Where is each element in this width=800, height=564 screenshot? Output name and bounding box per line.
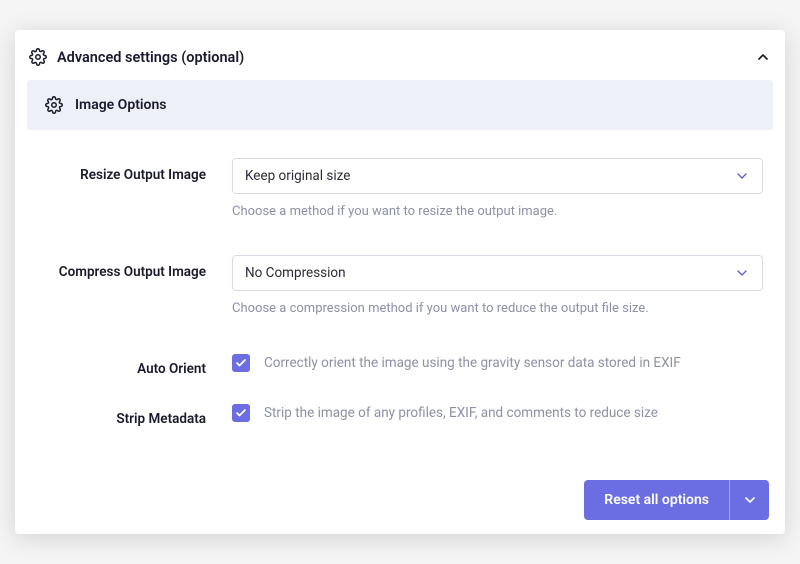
- check-icon: [235, 407, 247, 419]
- resize-select[interactable]: Keep original size: [232, 158, 763, 194]
- compress-value: No Compression: [245, 265, 346, 281]
- auto-orient-label: Auto Orient: [137, 361, 206, 377]
- resize-help: Choose a method if you want to resize th…: [232, 204, 763, 219]
- row-strip-metadata: Strip Metadata Strip the image of any pr…: [27, 402, 773, 452]
- compress-select[interactable]: No Compression: [232, 255, 763, 291]
- panel-footer: Reset all options: [27, 452, 773, 522]
- auto-orient-checkbox[interactable]: [232, 354, 250, 372]
- section-image-options: Image Options: [27, 80, 773, 130]
- chevron-down-icon: [734, 168, 750, 184]
- strip-metadata-desc: Strip the image of any profiles, EXIF, a…: [264, 405, 658, 421]
- reset-split-button: Reset all options: [584, 480, 769, 520]
- gear-icon: [45, 96, 63, 114]
- row-resize: Resize Output Image Keep original size C…: [27, 148, 773, 245]
- chevron-down-icon: [734, 265, 750, 281]
- auto-orient-desc: Correctly orient the image using the gra…: [264, 355, 681, 371]
- reset-dropdown-button[interactable]: [729, 480, 769, 520]
- resize-value: Keep original size: [245, 168, 350, 184]
- row-auto-orient: Auto Orient Correctly orient the image u…: [27, 342, 773, 402]
- compress-label: Compress Output Image: [59, 264, 206, 280]
- check-icon: [235, 357, 247, 369]
- gear-icon: [29, 48, 47, 66]
- chevron-down-icon: [742, 492, 758, 508]
- compress-help: Choose a compression method if you want …: [232, 301, 763, 316]
- resize-label: Resize Output Image: [80, 167, 206, 183]
- strip-metadata-label: Strip Metadata: [116, 411, 206, 427]
- header-left: Advanced settings (optional): [29, 48, 244, 66]
- panel-header[interactable]: Advanced settings (optional): [27, 44, 773, 80]
- collapse-icon[interactable]: [755, 49, 771, 65]
- panel-title: Advanced settings (optional): [57, 49, 244, 66]
- advanced-settings-panel: Advanced settings (optional) Image Optio…: [15, 30, 785, 534]
- reset-button[interactable]: Reset all options: [584, 480, 729, 520]
- strip-metadata-checkbox[interactable]: [232, 404, 250, 422]
- row-compress: Compress Output Image No Compression Cho…: [27, 245, 773, 342]
- section-title: Image Options: [75, 97, 167, 113]
